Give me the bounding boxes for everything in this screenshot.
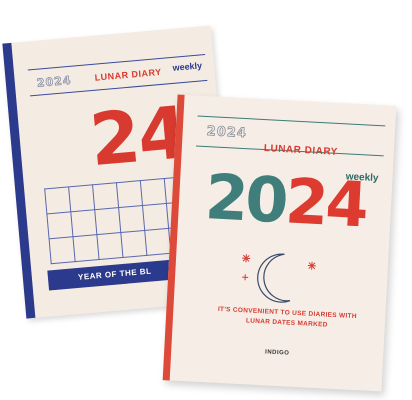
moon-illustration	[224, 247, 337, 313]
sparkle-star-icon	[307, 261, 316, 270]
front-diary: 2024 LUNAR DIARY weekly 2024 IT'S CONVEN…	[162, 94, 397, 392]
front-diary-big-year: 2024	[203, 160, 367, 241]
back-diary-edition: weekly	[172, 60, 203, 73]
front-diary-slogan: IT'S CONVENIENT TO USE DIARIES WITH LUNA…	[203, 304, 372, 333]
back-diary-title: LUNAR DIARY	[94, 66, 163, 83]
big-year-second-half: 24	[283, 164, 368, 242]
front-diary-year: 2024	[206, 124, 248, 142]
back-diary-year: 2024	[36, 73, 73, 90]
product-photo: 2024 LUNAR DIARY weekly 24 YEAR OF THE B…	[0, 0, 412, 400]
sparkle-star-icon	[242, 254, 251, 263]
crescent-moon-icon	[257, 253, 291, 303]
sparkle-star-icon	[242, 274, 249, 281]
front-diary-title: LUNAR DIARY	[263, 143, 339, 158]
big-year-first-half: 20	[203, 160, 288, 238]
front-diary-brand: INDIGO	[264, 349, 290, 357]
